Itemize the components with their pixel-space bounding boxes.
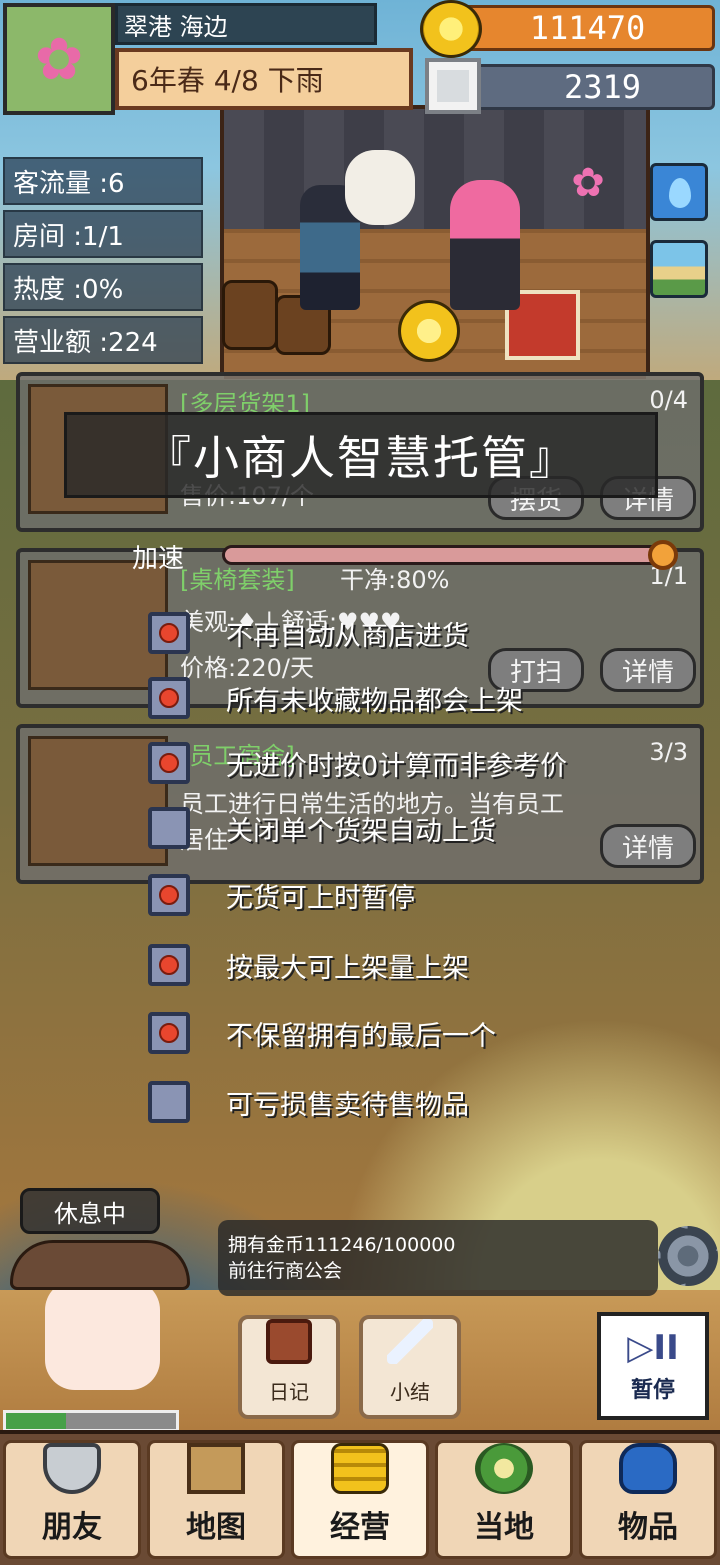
option-label: 无货可上时暂停 bbox=[226, 882, 415, 914]
silver-coin-icon bbox=[425, 58, 481, 114]
nav-label: 当地 bbox=[474, 1510, 534, 1545]
dorm-thumbnail bbox=[28, 736, 168, 866]
nav-label: 经营 bbox=[330, 1510, 390, 1545]
checkbox-checked-icon bbox=[159, 885, 179, 905]
option-row[interactable]: 关闭单个货架自动上货 bbox=[148, 803, 496, 853]
speed-label: 加速 bbox=[132, 544, 185, 574]
details-button[interactable]: 详情 bbox=[600, 824, 696, 868]
details-button[interactable]: 详情 bbox=[600, 648, 696, 692]
local-icon bbox=[475, 1443, 533, 1494]
smart-management-title: 『小商人智慧托管』 bbox=[64, 412, 658, 498]
card-cleanliness: 干净:80% bbox=[340, 566, 450, 594]
speed-slider-handle[interactable] bbox=[648, 540, 678, 570]
play-pause-icon: ▷II bbox=[627, 1328, 679, 1368]
checkbox-checked-icon bbox=[159, 1023, 179, 1043]
option-checkbox[interactable] bbox=[148, 1081, 190, 1123]
stamina-bar-fill bbox=[6, 1413, 66, 1429]
player-face bbox=[45, 1280, 160, 1390]
option-label: 所有未收藏物品都会上架 bbox=[226, 685, 523, 717]
stat-popularity: 热度 :0% bbox=[3, 263, 203, 311]
npc-pink-hair-sprite[interactable] bbox=[450, 180, 520, 310]
coins-icon bbox=[331, 1443, 389, 1494]
option-label: 无进价时按0计算而非参考价 bbox=[226, 750, 568, 782]
option-checkbox[interactable] bbox=[148, 612, 190, 654]
quest-line-2: 前往行商公会 bbox=[228, 1260, 343, 1282]
bag-icon bbox=[619, 1443, 677, 1494]
speed-slider-fill bbox=[225, 548, 651, 562]
option-label: 按最大可上架量上架 bbox=[226, 952, 469, 984]
flower-icon: ✿ bbox=[34, 25, 84, 93]
nav-label: 地图 bbox=[186, 1510, 246, 1545]
nav-map[interactable]: 地图 bbox=[147, 1440, 285, 1559]
option-label: 关闭单个货架自动上货 bbox=[226, 815, 496, 847]
stamina-bar bbox=[3, 1410, 179, 1432]
card-count: 0/4 bbox=[649, 386, 688, 414]
nav-label: 物品 bbox=[618, 1510, 678, 1545]
checkbox-checked-icon bbox=[159, 688, 179, 708]
option-checkbox[interactable] bbox=[148, 807, 190, 849]
option-checkbox[interactable] bbox=[148, 1012, 190, 1054]
nav-local[interactable]: 当地 bbox=[435, 1440, 573, 1559]
summary-button[interactable]: 小结 bbox=[359, 1315, 461, 1419]
player-portrait[interactable] bbox=[10, 1240, 190, 1410]
stat-revenue: 营业额 :224 bbox=[3, 316, 203, 364]
diary-label: 日记 bbox=[269, 1380, 309, 1404]
date-weather-label: 6年春 4/8 下雨 bbox=[115, 48, 413, 110]
gear-icon[interactable] bbox=[658, 1226, 718, 1286]
player-hat bbox=[10, 1240, 190, 1290]
nav-label: 朋友 bbox=[42, 1510, 102, 1545]
checkbox-checked-icon bbox=[159, 623, 179, 643]
quest-line-1: 拥有金币111246/100000 bbox=[228, 1234, 456, 1256]
checkbox-checked-icon bbox=[159, 955, 179, 975]
card-count: 3/3 bbox=[649, 738, 688, 766]
shield-icon bbox=[43, 1443, 101, 1494]
pause-label: 暂停 bbox=[630, 1378, 675, 1403]
checkbox-checked-icon bbox=[159, 753, 179, 773]
option-row[interactable]: 所有未收藏物品都会上架 bbox=[148, 673, 523, 723]
stat-rooms: 房间 :1/1 bbox=[3, 210, 203, 258]
npc-shopkeeper-sprite[interactable] bbox=[345, 150, 415, 225]
nav-friends[interactable]: 朋友 bbox=[3, 1440, 141, 1559]
option-row[interactable]: 无货可上时暂停 bbox=[148, 870, 415, 920]
option-checkbox[interactable] bbox=[148, 874, 190, 916]
scenery-map-icon[interactable] bbox=[650, 240, 708, 298]
silver-counter: 2319 bbox=[460, 64, 715, 110]
bottom-nav: 朋友 地图 经营 当地 物品 bbox=[0, 1430, 720, 1565]
table-thumbnail bbox=[28, 560, 168, 690]
option-checkbox[interactable] bbox=[148, 677, 190, 719]
map-icon bbox=[187, 1443, 245, 1494]
summary-label: 小结 bbox=[390, 1380, 430, 1404]
option-label: 不再自动从商店进货 bbox=[226, 620, 469, 652]
quill-icon bbox=[387, 1319, 433, 1364]
pause-button[interactable]: ▷II 暂停 bbox=[597, 1312, 709, 1420]
option-row[interactable]: 不保留拥有的最后一个 bbox=[148, 1008, 496, 1058]
option-row[interactable]: 按最大可上架量上架 bbox=[148, 940, 469, 990]
nav-items[interactable]: 物品 bbox=[579, 1440, 717, 1559]
card-name: [桌椅套装] bbox=[180, 566, 295, 594]
option-checkbox[interactable] bbox=[148, 742, 190, 784]
option-label: 可亏损售卖待售物品 bbox=[226, 1089, 469, 1121]
option-row[interactable]: 不再自动从商店进货 bbox=[148, 608, 469, 658]
gold-coin-icon bbox=[420, 0, 482, 58]
location-label: 翠港 海边 bbox=[115, 3, 377, 45]
option-label: 不保留拥有的最后一个 bbox=[226, 1020, 496, 1052]
nav-business[interactable]: 经营 bbox=[291, 1440, 429, 1559]
quest-tracker[interactable]: 拥有金币111246/100000 前往行商公会 bbox=[218, 1220, 658, 1296]
option-row[interactable]: 无进价时按0计算而非参考价 bbox=[148, 738, 567, 788]
option-checkbox[interactable] bbox=[148, 944, 190, 986]
stat-customer-flow: 客流量 :6 bbox=[3, 157, 203, 205]
water-drop-icon[interactable] bbox=[650, 163, 708, 221]
diary-icon bbox=[266, 1319, 312, 1364]
location-avatar[interactable]: ✿ bbox=[3, 3, 115, 115]
flower-icon: ✿ bbox=[571, 160, 605, 206]
gold-coin-pickup-icon[interactable] bbox=[398, 300, 460, 362]
rest-status-badge: 休息中 bbox=[20, 1188, 160, 1234]
diary-button[interactable]: 日记 bbox=[238, 1315, 340, 1419]
option-row[interactable]: 可亏损售卖待售物品 bbox=[148, 1077, 469, 1127]
barrel-sprite bbox=[222, 280, 278, 350]
speed-slider[interactable] bbox=[222, 545, 662, 565]
